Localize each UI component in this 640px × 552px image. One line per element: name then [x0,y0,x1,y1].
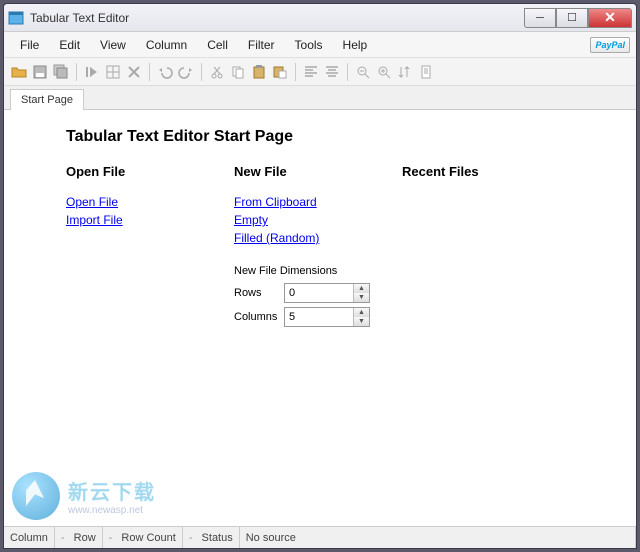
cols-down-icon[interactable]: ▼ [354,317,369,326]
toolbar [4,58,636,86]
toolbar-separator [295,63,296,81]
zoom-out-icon[interactable] [354,63,372,81]
cols-up-icon[interactable]: ▲ [354,308,369,317]
status-row: - Row [55,527,103,548]
copy-icon[interactable] [229,63,247,81]
maximize-button[interactable]: ☐ [556,8,588,28]
menu-edit[interactable]: Edit [49,34,90,56]
rows-label: Rows [234,287,284,299]
new-file-section: New File From Clipboard Empty Filled (Ra… [234,164,402,331]
toolbar-separator [201,63,202,81]
cut-icon[interactable] [208,63,226,81]
redo-icon[interactable] [177,63,195,81]
menu-column[interactable]: Column [136,34,197,56]
tab-start-page[interactable]: Start Page [10,89,84,110]
open-icon[interactable] [10,63,28,81]
status-source: No source [240,527,636,548]
open-file-section: Open File Open File Import File [66,164,234,331]
align-left-icon[interactable] [302,63,320,81]
columns-input[interactable] [285,308,353,326]
zoom-in-icon[interactable] [375,63,393,81]
from-clipboard-link[interactable]: From Clipboard [234,193,402,211]
play-start-icon[interactable] [83,63,101,81]
menubar: File Edit View Column Cell Filter Tools … [4,32,636,58]
new-file-dimensions: New File Dimensions Rows ▲▼ Columns ▲▼ [234,265,402,327]
align-center-icon[interactable] [323,63,341,81]
open-file-heading: Open File [66,164,234,179]
recent-files-heading: Recent Files [402,164,602,179]
app-window: Tabular Text Editor ─ ☐ ✕ File Edit View… [3,3,637,549]
paypal-pay: Pay [595,40,611,50]
rows-down-icon[interactable]: ▼ [354,293,369,302]
menu-filter[interactable]: Filter [238,34,285,56]
empty-link[interactable]: Empty [234,211,402,229]
rows-spinner[interactable]: ▲▼ [284,283,370,303]
toolbar-separator [149,63,150,81]
status-row-count: - Row Count [103,527,183,548]
document-icon[interactable] [417,63,435,81]
menu-help[interactable]: Help [333,34,378,56]
minimize-button[interactable]: ─ [524,8,556,28]
toolbar-separator [76,63,77,81]
titlebar[interactable]: Tabular Text Editor ─ ☐ ✕ [4,4,636,32]
rows-up-icon[interactable]: ▲ [354,284,369,293]
sort-icon[interactable] [396,63,414,81]
close-button[interactable]: ✕ [588,8,632,28]
toolbar-separator [347,63,348,81]
columns-label: Columns [234,311,284,323]
menu-view[interactable]: View [90,34,136,56]
save-icon[interactable] [31,63,49,81]
delete-icon[interactable] [125,63,143,81]
status-column: Column [4,527,55,548]
app-icon [8,10,24,26]
menu-file[interactable]: File [10,34,49,56]
columns-spinner[interactable]: ▲▼ [284,307,370,327]
paypal-pal: Pal [611,40,625,50]
page-title: Tabular Text Editor Start Page [66,128,624,146]
grid-icon[interactable] [104,63,122,81]
open-file-link[interactable]: Open File [66,193,234,211]
statusbar: Column - Row - Row Count - Status No sou… [4,526,636,548]
save-all-icon[interactable] [52,63,70,81]
window-controls: ─ ☐ ✕ [524,8,632,28]
import-file-link[interactable]: Import File [66,211,234,229]
status-status: - Status [183,527,240,548]
undo-icon[interactable] [156,63,174,81]
menu-cell[interactable]: Cell [197,34,238,56]
dimensions-label: New File Dimensions [234,265,402,277]
paste-icon[interactable] [250,63,268,81]
start-page-content: Tabular Text Editor Start Page Open File… [4,110,636,526]
paste-special-icon[interactable] [271,63,289,81]
window-title: Tabular Text Editor [30,11,524,25]
menu-tools[interactable]: Tools [285,34,333,56]
filled-random-link[interactable]: Filled (Random) [234,229,402,247]
tab-strip: Start Page [4,86,636,110]
rows-input[interactable] [285,284,353,302]
recent-files-section: Recent Files [402,164,602,331]
new-file-heading: New File [234,164,402,179]
paypal-button[interactable]: PayPal [590,37,630,53]
